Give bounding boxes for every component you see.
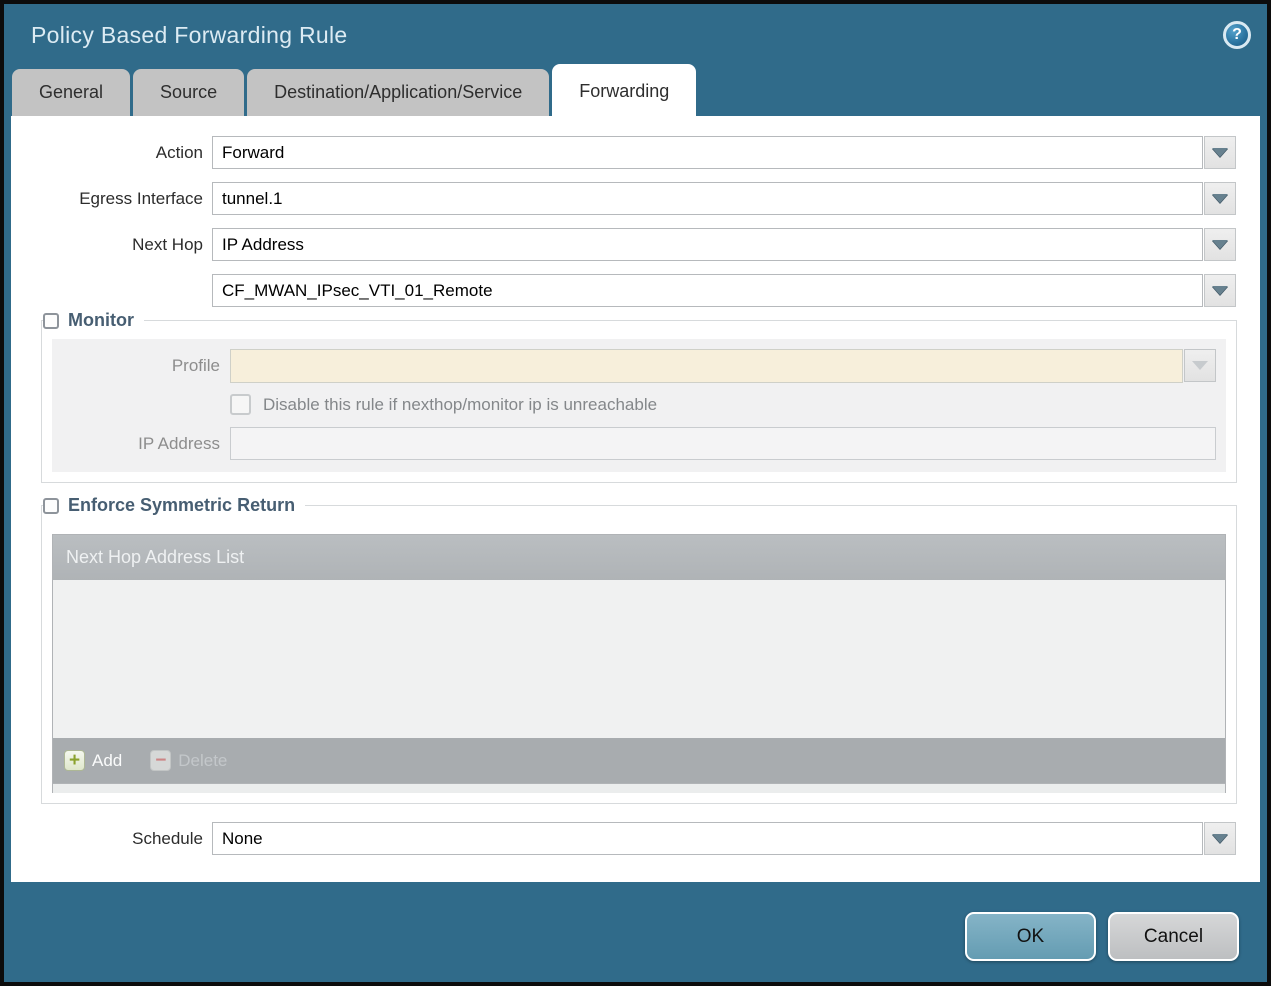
next-hop-address-list-header: Next Hop Address List [53,535,1225,580]
monitor-checkbox[interactable] [43,312,59,329]
enforce-symmetric-return-checkbox[interactable] [43,497,59,514]
next-hop-address-list-table: Next Hop Address List + Add − Delete [52,534,1226,793]
delete-button: − Delete [150,750,227,771]
tab-general[interactable]: General [12,69,131,116]
action-label: Action [155,142,203,162]
profile-label: Profile [171,355,220,375]
monitor-legend: Monitor [43,307,144,334]
chevron-down-icon [1212,194,1228,203]
egress-interface-row: Egress Interface tunnel.1 [11,182,1236,215]
action-value: Forward [212,136,1203,169]
profile-row: Profile [52,349,1216,383]
profile-dropdown-button [1184,349,1216,382]
cancel-button[interactable]: Cancel [1108,912,1239,961]
chevron-down-icon [1192,361,1208,370]
disable-rule-row: Disable this rule if nexthop/monitor ip … [230,394,1216,415]
enforce-symmetric-return-legend: Enforce Symmetric Return [43,492,306,519]
action-dropdown-button[interactable] [1204,136,1236,169]
add-button-label: Add [92,750,123,770]
schedule-value: None [212,822,1203,855]
chevron-down-icon [1212,834,1228,843]
help-glyph: ? [1232,26,1242,43]
chevron-down-icon [1212,286,1228,295]
monitor-ip-address-field [230,427,1216,460]
monitor-label: Monitor [68,310,134,330]
dialog-titlebar: Policy Based Forwarding Rule ? [4,4,1267,66]
next-hop-address-list-toolbar: + Add − Delete [53,738,1225,783]
next-hop-type-dropdown[interactable]: IP Address [212,228,1236,261]
schedule-dropdown[interactable]: None [212,822,1236,855]
chevron-down-icon [1212,148,1228,157]
profile-dropdown [230,349,1216,383]
minus-icon: − [150,750,172,771]
egress-interface-dropdown[interactable]: tunnel.1 [212,182,1236,215]
disable-rule-label: Disable this rule if nexthop/monitor ip … [263,394,658,414]
egress-interface-value: tunnel.1 [212,182,1203,215]
next-hop-row: Next Hop IP Address [11,228,1236,261]
table-scroll-strip [53,783,1225,793]
egress-interface-label: Egress Interface [79,188,203,208]
next-hop-label: Next Hop [132,234,203,254]
monitor-panel: Profile Disable this rule if nexthop/mon… [52,339,1226,472]
tab-bar: General Source Destination/Application/S… [4,64,1267,116]
enforce-symmetric-return-label: Enforce Symmetric Return [68,495,296,515]
delete-button-label: Delete [178,750,228,770]
schedule-label: Schedule [132,828,203,848]
tab-destination-application-service[interactable]: Destination/Application/Service [247,69,550,116]
action-dropdown[interactable]: Forward [212,136,1236,169]
plus-icon: + [64,750,85,771]
next-hop-type-value: IP Address [212,228,1203,261]
next-hop-address-value: CF_MWAN_IPsec_VTI_01_Remote [212,274,1203,307]
add-button[interactable]: + Add [64,750,122,771]
monitor-ip-address-row: IP Address [52,427,1216,460]
ok-button[interactable]: OK [965,912,1096,961]
next-hop-address-list-body [53,580,1225,738]
next-hop-address-dropdown[interactable]: CF_MWAN_IPsec_VTI_01_Remote [212,274,1236,307]
monitor-ip-address-label: IP Address [138,433,220,453]
chevron-down-icon [1212,240,1228,249]
content-panel: Action Forward Egress Interface tunnel.1… [11,116,1260,882]
dialog-title: Policy Based Forwarding Rule [31,21,348,48]
tab-source[interactable]: Source [133,69,245,116]
schedule-row: Schedule None [11,822,1236,855]
policy-based-forwarding-rule-dialog: Policy Based Forwarding Rule ? General S… [0,0,1271,986]
next-hop-address-row: CF_MWAN_IPsec_VTI_01_Remote [11,274,1236,307]
profile-value [230,349,1183,383]
enforce-symmetric-return-section: Enforce Symmetric Return Next Hop Addres… [41,492,1237,804]
disable-rule-checkbox [230,394,251,415]
action-row: Action Forward [11,136,1236,169]
help-icon[interactable]: ? [1223,21,1251,49]
egress-interface-dropdown-button[interactable] [1204,182,1236,215]
next-hop-type-dropdown-button[interactable] [1204,228,1236,261]
tab-forwarding[interactable]: Forwarding [552,64,697,116]
monitor-section: Monitor Profile Disable this rule if nex… [41,307,1237,483]
next-hop-address-dropdown-button[interactable] [1204,274,1236,307]
schedule-dropdown-button[interactable] [1204,822,1236,855]
